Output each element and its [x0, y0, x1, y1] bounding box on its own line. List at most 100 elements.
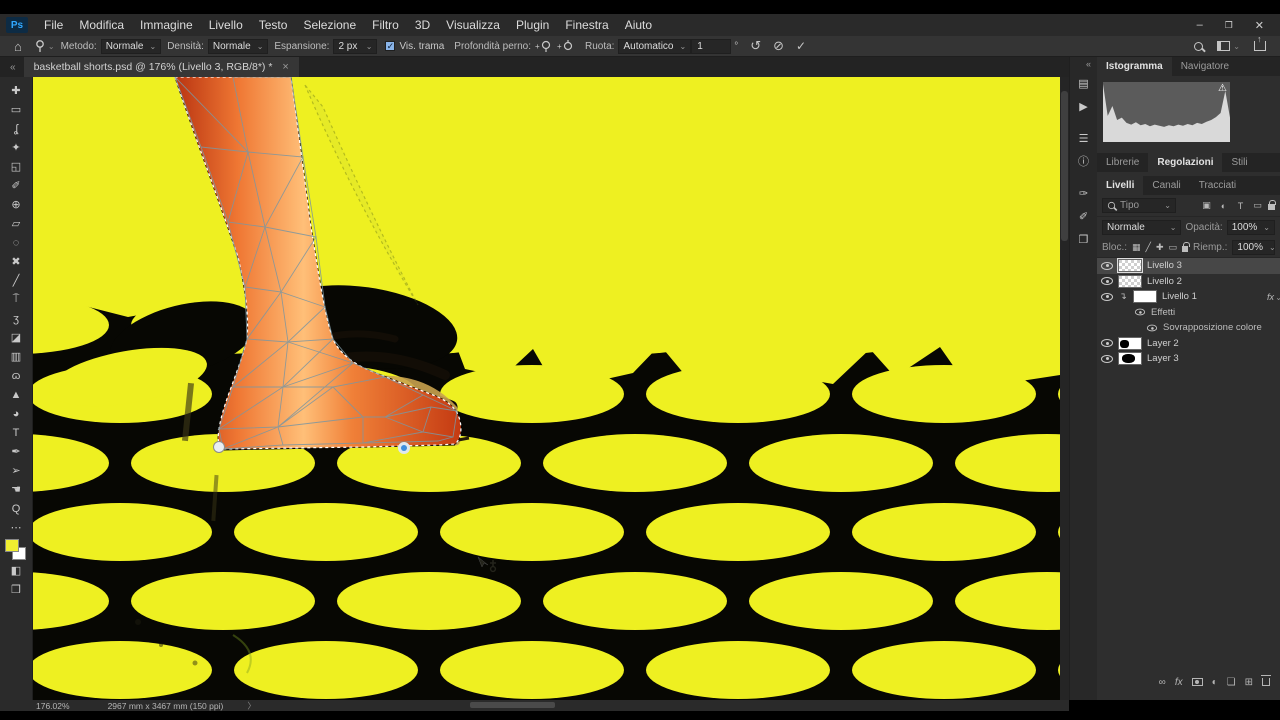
filter-pixel-layers-icon[interactable]: ▣ [1200, 200, 1213, 211]
document-tab[interactable]: basketball shorts.psd @ 176% (Livello 3,… [23, 57, 299, 77]
lock-transparency-icon[interactable]: ▦ [1132, 242, 1141, 253]
tab-stili[interactable]: Stili [1222, 153, 1256, 172]
type-tool-icon[interactable]: T [4, 423, 28, 442]
effect-name[interactable]: Sovrapposizione colore [1163, 322, 1262, 333]
visibility-eye-icon[interactable] [1101, 354, 1113, 363]
menu-selezione[interactable]: Selezione [295, 18, 364, 32]
actions-panel-icon[interactable]: ▶ [1073, 95, 1095, 117]
tab-livelli[interactable]: Livelli [1097, 176, 1144, 195]
history-brush-tool-icon[interactable]: ʒ [4, 309, 28, 328]
lock-pixels-icon[interactable]: ╱ [1146, 242, 1151, 253]
pen-tool-icon[interactable]: ✒ [4, 442, 28, 461]
layer-row[interactable]: ↴ Livello 1 fx⌄ [1097, 289, 1280, 305]
effect-name[interactable]: Effetti [1151, 307, 1175, 318]
dodge-tool-icon[interactable]: ◕ [4, 404, 28, 423]
layer-row[interactable]: Livello 2 [1097, 274, 1280, 290]
layer-fx-badge[interactable]: fx⌄ [1267, 292, 1280, 302]
clone-stamp-tool-icon[interactable]: ⍑ [4, 290, 28, 309]
angle-input[interactable]: 1 [691, 38, 732, 54]
lock-all-icon[interactable] [1182, 242, 1190, 252]
warp-pin-selected[interactable] [398, 442, 410, 454]
visibility-eye-icon[interactable] [1101, 292, 1113, 301]
visibility-eye-icon[interactable] [1101, 339, 1113, 348]
gradient-tool-icon[interactable]: ▥ [4, 347, 28, 366]
move-tool-icon[interactable]: ✚ [4, 81, 28, 100]
filter-shape-layers-icon[interactable]: ▭ [1251, 200, 1264, 211]
tab-navigatore[interactable]: Navigatore [1172, 57, 1238, 76]
tab-tracciati[interactable]: Tracciati [1190, 176, 1245, 195]
more-tools-icon[interactable]: ⋯ [4, 518, 28, 537]
layer-thumbnail[interactable] [1118, 336, 1142, 350]
filter-smart-objects-icon[interactable] [1268, 200, 1276, 210]
search-icon[interactable] [1194, 41, 1204, 51]
layer-name[interactable]: Layer 2 [1147, 338, 1179, 349]
collapse-panels-icon[interactable]: « [1086, 57, 1097, 71]
crop-tool-icon[interactable]: ◱ [4, 157, 28, 176]
photoshop-logo[interactable]: Ps [6, 17, 28, 33]
layer-row[interactable]: Layer 3 [1097, 351, 1280, 367]
screen-mode-icon[interactable]: ❒ [4, 580, 28, 599]
pin-depth-up-icon[interactable]: + [535, 39, 553, 53]
layer-row[interactable]: Livello 3 [1097, 258, 1280, 274]
lock-position-icon[interactable]: ✚ [1156, 242, 1164, 253]
blend-mode-dropdown[interactable]: Normale ⌄ [1102, 220, 1182, 235]
cancel-warp-icon[interactable]: ⊘ [767, 38, 790, 54]
layer-filter-dropdown[interactable]: Tipo ⌄ [1102, 198, 1176, 213]
layer-name[interactable]: Livello 2 [1147, 276, 1182, 287]
opacity-dropdown[interactable]: 100% ⌄ [1226, 220, 1275, 235]
pin-caret-icon[interactable]: ⌄ [48, 42, 55, 51]
brush-tool-icon[interactable]: ╱ [4, 271, 28, 290]
layer-thumbnail[interactable] [1118, 352, 1142, 366]
zoom-tool-icon[interactable]: Q [4, 499, 28, 518]
layer-style-icon[interactable]: fx [1175, 677, 1183, 688]
fill-dropdown[interactable]: 100% ⌄ [1232, 240, 1276, 255]
eyedropper-tool-icon[interactable]: ✐ [4, 176, 28, 195]
pin-depth-down-icon[interactable]: + [557, 39, 575, 53]
hand-tool-icon[interactable]: ☚ [4, 480, 28, 499]
new-layer-icon[interactable]: ⊞ [1245, 677, 1253, 688]
close-button[interactable]: ✕ [1255, 19, 1264, 32]
remove-all-pins-icon[interactable]: ↺ [744, 38, 767, 54]
tab-istogramma[interactable]: Istogramma [1097, 57, 1172, 76]
fx-collapse-icon[interactable]: ⌄ [1275, 293, 1280, 302]
smudge-tool-icon[interactable]: ɷ [4, 366, 28, 385]
info-panel-icon[interactable]: ⓘ [1073, 150, 1095, 172]
filter-type-layers-icon[interactable]: T [1234, 201, 1247, 211]
warp-pin[interactable] [213, 441, 225, 453]
tab-regolazioni[interactable]: Regolazioni [1148, 153, 1223, 172]
quick-selection-tool-icon[interactable]: ✦ [4, 138, 28, 157]
layer-thumbnail[interactable] [1118, 274, 1142, 288]
minimize-button[interactable]: – [1197, 19, 1203, 31]
workspace-icon[interactable] [1217, 41, 1231, 51]
tab-canali[interactable]: Canali [1143, 176, 1189, 195]
share-icon[interactable] [1254, 34, 1266, 51]
clone-source-panel-icon[interactable]: ❐ [1073, 228, 1095, 250]
histogram-warning-icon[interactable]: ⚠ [1218, 83, 1227, 94]
canvas[interactable] [33, 77, 1060, 700]
add-mask-icon[interactable] [1191, 678, 1203, 686]
metodo-dropdown[interactable]: Normale ⌄ [100, 38, 162, 54]
delete-layer-icon[interactable] [1261, 675, 1271, 686]
layer-name[interactable]: Livello 3 [1147, 260, 1182, 271]
foreground-color-swatch[interactable] [5, 539, 19, 552]
layer-effect-row[interactable]: Effetti [1097, 305, 1280, 321]
layer-thumbnail[interactable] [1133, 290, 1157, 304]
vertical-scrollbar-thumb[interactable] [1061, 91, 1068, 241]
path-selection-tool-icon[interactable]: ➢ [4, 461, 28, 480]
brushes-panel-icon[interactable]: ✐ [1073, 205, 1095, 227]
new-group-icon[interactable]: ❏ [1227, 677, 1236, 688]
filter-adjustment-layers-icon[interactable]: ◐ [1217, 201, 1230, 211]
menu-aiuto[interactable]: Aiuto [617, 18, 660, 32]
visibility-eye-icon[interactable] [1134, 308, 1146, 316]
menu-file[interactable]: File [36, 18, 71, 32]
quick-mask-icon[interactable]: ◧ [4, 561, 28, 580]
patch-tool-icon[interactable]: ▱ [4, 214, 28, 233]
menu-finestra[interactable]: Finestra [557, 18, 616, 32]
object-selection-tool-icon[interactable]: ◌ [4, 233, 28, 252]
menu-immagine[interactable]: Immagine [132, 18, 201, 32]
ruota-dropdown[interactable]: Automatico ⌄ [618, 38, 692, 54]
link-layers-icon[interactable]: ∞ [1159, 677, 1166, 688]
lasso-tool-icon[interactable]: ʆ [4, 119, 28, 138]
horizontal-scrollbar-thumb[interactable] [470, 702, 555, 708]
menu-visualizza[interactable]: Visualizza [438, 18, 508, 32]
